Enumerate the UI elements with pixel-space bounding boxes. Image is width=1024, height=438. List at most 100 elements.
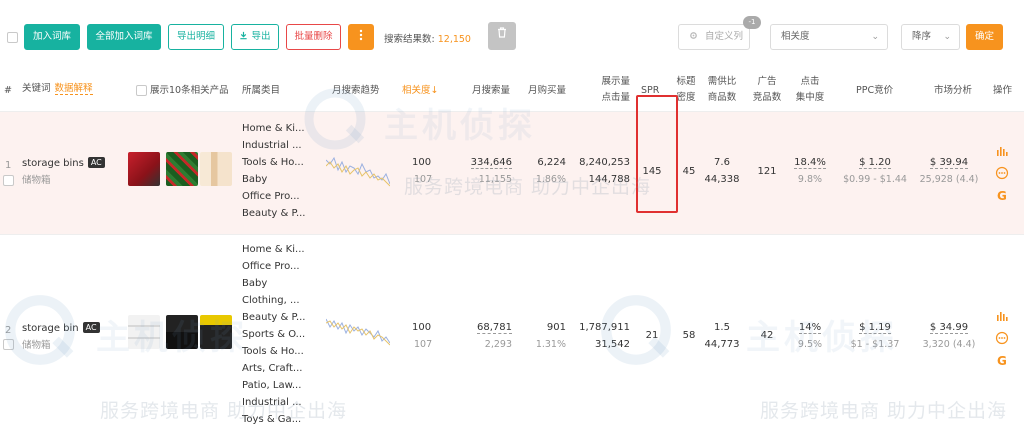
category-list: Home & Ki... Office Pro... Baby Clothing… xyxy=(242,241,305,428)
impressions: 1,787,911 xyxy=(579,322,630,333)
row-checkbox[interactable] xyxy=(3,339,14,350)
show-top10-checkbox[interactable] xyxy=(136,85,147,96)
spr-value: 21 xyxy=(645,330,659,341)
search-volume: 68,781 xyxy=(460,322,512,334)
col-click-concentration-label-1: 点击 xyxy=(800,76,820,87)
search-volume-value: 68,781 xyxy=(477,322,512,334)
batch-delete-button[interactable]: 批量删除 xyxy=(286,24,341,50)
col-purchases[interactable]: 月购买量 xyxy=(528,85,566,97)
google-icon[interactable]: G xyxy=(995,188,1009,202)
click-concentration: 18.4% xyxy=(788,157,832,169)
svg-text:G: G xyxy=(997,354,1007,367)
category-item: Arts, Craft... xyxy=(242,363,303,374)
more-circle-icon[interactable] xyxy=(995,331,1009,345)
col-relevance-label: 相关度 xyxy=(402,85,431,96)
keyword-text[interactable]: storage bin xyxy=(22,323,79,334)
google-icon[interactable]: G xyxy=(995,353,1009,367)
search-volume-sub: 2,293 xyxy=(484,339,512,350)
col-impressions-clicks[interactable]: 展示量 点击量 xyxy=(600,76,630,104)
col-click-concentration[interactable]: 点击 集中度 xyxy=(794,76,826,104)
download-icon xyxy=(240,31,248,40)
col-ad-products[interactable]: 广告 竞品数 xyxy=(750,76,784,104)
title-density: 45 xyxy=(682,166,696,177)
col-show-top10[interactable]: 展示10条相关产品 xyxy=(150,85,229,97)
sort-order-select[interactable]: 降序 ⌄ xyxy=(901,24,960,50)
col-title-density[interactable]: 标题 密度 xyxy=(676,76,696,104)
col-supply-demand[interactable]: 需供比 商品数 xyxy=(704,76,740,104)
search-volume: 334,646 xyxy=(460,157,512,169)
product-thumbnail[interactable] xyxy=(200,315,232,349)
sort-field-value: 相关度 xyxy=(781,31,810,42)
ppc-range: $1 - $1.37 xyxy=(850,339,900,350)
keyword-text[interactable]: storage bins xyxy=(22,158,84,169)
row-checkbox[interactable] xyxy=(3,175,14,186)
category-item: Home & Ki... xyxy=(242,244,305,255)
trash-icon xyxy=(498,27,506,38)
search-trend-sparkline[interactable] xyxy=(326,311,390,353)
custom-columns-button[interactable]: 自定义列 xyxy=(678,24,750,50)
col-relevance[interactable]: 相关度↓ xyxy=(402,85,438,97)
table-row: 2 storage bin AC 储物箱 Home & Ki... Office … xyxy=(0,234,1024,438)
delete-button[interactable] xyxy=(488,22,516,50)
product-thumbnail[interactable] xyxy=(200,152,232,186)
supply-demand: 1.5 xyxy=(714,322,730,333)
col-market: 市场分析 xyxy=(934,85,973,96)
more-button[interactable] xyxy=(348,24,374,50)
category-item: Beauty & P... xyxy=(242,312,306,323)
purchases: 901 xyxy=(546,322,566,333)
export-detail-button[interactable]: 导出明细 xyxy=(168,24,224,50)
clicks: 144,788 xyxy=(588,174,630,185)
category-item: Beauty & P... xyxy=(242,208,306,219)
purchases: 6,224 xyxy=(537,157,566,168)
row-index: 1 xyxy=(5,160,12,171)
click-concentration-sub: 9.8% xyxy=(797,174,823,185)
col-index: # xyxy=(4,85,12,96)
sort-order-value: 降序 xyxy=(912,31,932,42)
keyword-translation: 储物箱 xyxy=(22,340,51,351)
market-price-value: $ 39.94 xyxy=(929,157,969,169)
sort-field-select[interactable]: 相关度 ⌄ xyxy=(770,24,888,50)
search-result-label: 搜索结果数: xyxy=(384,34,435,45)
category-item: Industrial ... xyxy=(242,140,302,151)
category-item: Industrial ... xyxy=(242,397,302,408)
search-trend-sparkline[interactable] xyxy=(326,150,390,192)
product-thumbnail[interactable] xyxy=(128,315,160,349)
category-list: Home & Ki... Industrial ... Tools & Ho..… xyxy=(242,120,305,222)
ad-products: 121 xyxy=(757,166,777,177)
more-circle-icon[interactable] xyxy=(995,166,1009,180)
data-explain-link[interactable]: 数据解释 xyxy=(54,83,93,95)
add-to-library-button[interactable]: 加入词库 xyxy=(24,24,80,50)
col-search-volume[interactable]: 月搜索量 xyxy=(472,85,510,97)
clicks: 31,542 xyxy=(595,339,630,350)
product-thumbnail[interactable] xyxy=(166,152,198,186)
col-keyword: 关键词 数据解释 xyxy=(22,83,93,95)
export-label: 导出 xyxy=(251,31,271,42)
add-all-to-library-button[interactable]: 全部加入词库 xyxy=(87,24,161,50)
table-row: 1 storage bins AC 储物箱 Home & Ki... Indust… xyxy=(0,112,1024,234)
product-thumbnail[interactable] xyxy=(166,315,198,349)
bar-chart-icon[interactable] xyxy=(995,309,1009,323)
col-supply-demand-label-2: 商品数 xyxy=(707,92,737,103)
keyword-cell[interactable]: storage bin AC xyxy=(22,322,100,334)
col-ppc[interactable]: PPC竞价 xyxy=(856,85,893,97)
select-all-checkbox[interactable] xyxy=(7,32,18,43)
supply-demand: 7.6 xyxy=(714,157,730,168)
keyword-cell[interactable]: storage bins AC xyxy=(22,157,105,169)
ppc-range: $0.99 - $1.44 xyxy=(843,174,907,185)
col-supply-demand-label-1: 需供比 xyxy=(707,76,737,87)
confirm-button[interactable]: 确定 xyxy=(966,24,1003,50)
ppc-bid: $ 1.19 xyxy=(838,322,912,334)
purchase-rate: 1.31% xyxy=(535,339,566,350)
toolbar: 加入词库 全部加入词库 导出明细 导出 批量删除 搜索结果数: 12,150 自… xyxy=(0,0,1024,72)
bar-chart-icon[interactable] xyxy=(995,144,1009,158)
market-price: $ 34.99 xyxy=(918,322,980,334)
product-thumbnail[interactable] xyxy=(128,152,160,186)
col-category: 所属类目 xyxy=(242,85,281,96)
ppc-bid-value: $ 1.19 xyxy=(859,322,891,334)
row-index: 2 xyxy=(5,325,12,336)
category-item: Baby xyxy=(242,174,268,185)
export-button[interactable]: 导出 xyxy=(231,24,279,50)
category-item: Tools & Ho... xyxy=(242,157,304,168)
ad-products: 42 xyxy=(760,330,774,341)
category-item: Home & Ki... xyxy=(242,123,305,134)
